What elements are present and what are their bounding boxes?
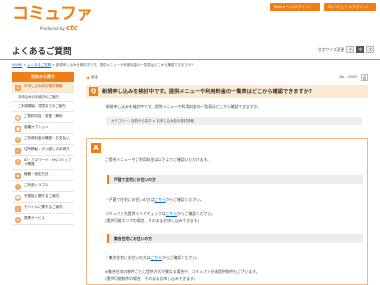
page-title: よくあるご質問: [12, 47, 72, 57]
sidebar-item-label: 住所移転・引っ越しの手続き: [24, 146, 70, 151]
sidebar-item-billing[interactable]: ¥ ご利用料金の確認・お支払い: [12, 133, 74, 145]
breadcrumb-faq[interactable]: よくあるご質問: [27, 63, 51, 67]
answer-detached-line: ・戸建て住宅にお住いの方はこちらからご確認ください。: [105, 197, 204, 203]
sidebar-item-devices[interactable]: ▪ 機器・設定方法: [12, 170, 74, 181]
detached-house-link[interactable]: こちら: [154, 197, 165, 202]
phone-icon: ☎: [15, 195, 21, 201]
back-label: 戻る: [91, 74, 99, 79]
answer-area-note: (提供可能エリアの場合、そのままお申し込みできます): [105, 218, 200, 223]
yen-icon: ¥: [15, 136, 21, 143]
text: からご確認ください。: [165, 197, 204, 202]
apartment-link[interactable]: こちら: [151, 255, 162, 260]
home-icon: ⌂: [15, 147, 21, 154]
sidebar-item-trouble[interactable]: ! ご利用トラブル: [12, 181, 74, 192]
sidebar-item-label: ご契約内容・変更・解約: [24, 113, 63, 118]
area-check-link[interactable]: こちら: [166, 211, 177, 216]
doc-icon: ▸: [15, 85, 21, 91]
sidebar-item-id-password[interactable]: ⚷ ID・パスワード・Myコミュファ関連: [12, 155, 74, 170]
faq-meta: No : 2083 ⎙: [339, 73, 368, 81]
logo-sub: Produced by ctc: [40, 24, 78, 32]
answer-note-2: (提供可能物件の場合、そのままお申し込みできます): [105, 276, 196, 281]
sidebar-item-mobile[interactable]: ▯ モバイルに関するご案内: [12, 203, 74, 214]
sidebar-subitem-start[interactable]: ご利用開始・環境までのご案内: [12, 102, 74, 112]
key-icon: ⚷: [15, 158, 21, 165]
sidebar-item-options[interactable]: ■ 各種オプション: [12, 122, 74, 134]
text: からご確認ください。: [161, 255, 200, 260]
font-size-switcher: 文字サイズ変更 小 中 大: [318, 46, 375, 53]
print-button[interactable]: ⎙: [361, 73, 368, 81]
sidebar-item-pre-application[interactable]: ▸ お申し込み前の検討情報: [12, 82, 74, 93]
answer-note-1: ※集合住宅の物件ごとに提供方式が異なる場合や、コミュファ光未提供物件もございます…: [105, 269, 260, 274]
breadcrumb-sep: >: [52, 63, 55, 67]
sidebar-item-label: 機器・設定方法: [24, 172, 49, 176]
sidebar-subitem-label: ご利用開始・環境までのご案内: [18, 104, 66, 109]
header-divider: [0, 59, 380, 60]
text: からご確認ください。: [177, 211, 216, 216]
section-apartment: 集合住宅にお住いの方: [107, 234, 363, 243]
sidebar-item-label: 光電話に関するご案内: [24, 194, 59, 198]
category-path: カテゴリー : 目的から探す > お申し込み前の検討情報: [106, 117, 362, 125]
question-title: 新規申し込みを検討中です。提供メニューや利用料金の一覧表はどこから確認できますか…: [102, 89, 312, 95]
device-icon: ▪: [15, 173, 21, 179]
answer-area-check: コミュファ光提供エリアチェックはこちらからご確認ください。: [105, 211, 215, 217]
sidebar-item-services[interactable]: ★ 提携サービス: [12, 214, 74, 225]
sidebar-subitem-label: お申込みの手続きのご案内: [18, 95, 59, 99]
sidebar-item-phone[interactable]: ☎ 光電話に関するご案内: [12, 192, 74, 203]
answer-intro: ご提供メニューやご利用料金は以下よりご確認いただけます。: [105, 157, 211, 162]
sidebar-subitem-application[interactable]: お申込みの手続きのご案内: [12, 93, 74, 103]
logo-sub-prefix: Produced by: [40, 26, 65, 31]
text: ・戸建て住宅にお住いの方は: [105, 197, 155, 202]
breadcrumb-home[interactable]: HOME: [12, 63, 22, 67]
sidebar-item-label: お申し込み前の検討情報: [24, 84, 63, 88]
font-size-medium-button[interactable]: 中: [356, 46, 365, 53]
breadcrumb: HOME > よくあるご質問 > 新規申し込みを検討中です。提供メニューや利用料…: [12, 62, 193, 67]
answer-mark-icon: A: [91, 143, 101, 153]
sidebar-item-moving[interactable]: ⌂ 住所移転・引っ越しの手続き: [12, 144, 74, 156]
text: ・集合住宅にお住いの方は: [105, 255, 151, 260]
sidebar-item-label: ID・パスワード・Myコミュファ関連: [24, 157, 72, 167]
site-header: コミュファ Produced by ctc Webメール(ログイン) Myコミュ…: [0, 0, 380, 38]
option-icon: ■: [15, 125, 21, 132]
sidebar-heading: 目的から探す: [12, 72, 74, 82]
webmail-login-button[interactable]: Webメール(ログイン): [270, 3, 320, 11]
faq-main: ◀ 戻る No : 2083 ⎙ Q 新規申し込みを検討中です。提供メニューや利用…: [86, 72, 368, 285]
breadcrumb-current: 新規申し込みを検討中です。提供メニューや利用料金の一覧表はどこから確認できますか…: [56, 63, 194, 67]
breadcrumb-sep: >: [23, 63, 27, 67]
answer-box: A ご提供メニューやご利用料金は以下よりご確認いただけます。 戸建て住宅にお住い…: [86, 138, 368, 285]
font-size-label: 文字サイズ変更: [318, 46, 345, 52]
question-box: Q 新規申し込みを検討中です。提供メニューや利用料金の一覧表はどこから確認できま…: [86, 85, 368, 98]
font-size-large-button[interactable]: 大: [366, 46, 375, 53]
sidebar: 目的から探す ▸ お申し込み前の検討情報 お申込みの手続きのご案内 ご利用開始・環…: [12, 72, 74, 225]
text: コミュファ光提供エリアチェックは: [105, 211, 166, 216]
mycommufa-login-button[interactable]: Myコミュファ(ログイン): [324, 3, 376, 11]
question-description: 新規申し込みを検討中です。提供メニューや利用料金の一覧表はどこから確認できますか…: [106, 104, 262, 109]
faq-number: No : 2083: [339, 75, 357, 79]
font-size-small-button[interactable]: 小: [346, 46, 355, 53]
sidebar-item-label: ご利用トラブル: [24, 183, 49, 187]
back-arrow-icon: ◀: [86, 74, 90, 80]
sidebar-item-label: 提携サービス: [24, 216, 45, 220]
service-icon: ★: [15, 217, 21, 223]
sidebar-item-label: モバイルに関するご案内: [24, 205, 63, 209]
alert-icon: !: [15, 184, 21, 190]
mobile-icon: ▯: [15, 206, 21, 212]
back-link[interactable]: ◀ 戻る: [86, 75, 98, 80]
ctc-brand: ctc: [66, 24, 78, 32]
user-icon: ●: [15, 114, 21, 121]
answer-apartment-line: ・集合住宅にお住いの方はこちらからご確認ください。: [105, 255, 200, 261]
question-mark-icon: Q: [89, 87, 98, 96]
sidebar-item-contract[interactable]: ● ご契約内容・変更・解約: [12, 111, 74, 123]
sidebar-item-label: 各種オプション: [24, 124, 49, 129]
section-detached-house: 戸建て住宅にお住いの方: [107, 175, 363, 184]
sidebar-item-label: ご利用料金の確認・お支払い: [24, 135, 70, 140]
commufa-logo[interactable]: コミュファ: [12, 5, 93, 23]
faq-topbar: ◀ 戻る No : 2083 ⎙: [86, 72, 368, 82]
